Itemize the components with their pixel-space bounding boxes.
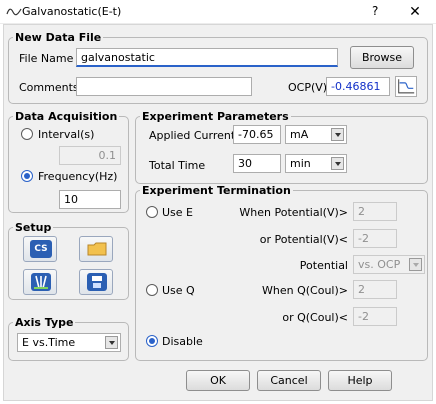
save-icon <box>87 273 107 291</box>
help-icon[interactable]: ? <box>372 4 378 18</box>
or-potential-label: or Potential(V)< <box>259 233 348 246</box>
disable-radio[interactable] <box>146 335 158 347</box>
axis-type-value: E vs.Time <box>22 336 76 349</box>
when-potential-label: When Potential(V)> <box>239 206 348 219</box>
chevron-down-icon <box>409 258 422 271</box>
use-e-label: Use E <box>162 206 193 219</box>
title-bar: Galvanostatic(E-t) ? ✕ <box>0 0 436 24</box>
cs-setup-button[interactable]: CS <box>23 236 57 262</box>
when-q-input[interactable]: 2 <box>353 280 397 299</box>
file-name-input[interactable]: galvanostatic <box>76 48 338 67</box>
use-e-radio[interactable] <box>146 206 158 218</box>
group-title: Experiment Termination <box>142 184 291 197</box>
group-title: Setup <box>15 221 52 234</box>
close-icon[interactable]: ✕ <box>404 2 426 22</box>
electrode-cell-icon <box>31 273 51 291</box>
use-q-radio[interactable] <box>146 284 158 296</box>
time-unit-select[interactable]: min <box>285 154 347 173</box>
group-title: Experiment Parameters <box>142 110 289 123</box>
window-title: Galvanostatic(E-t) <box>22 5 122 18</box>
chevron-down-icon <box>331 128 344 141</box>
ocp-value-field: -0.46861 <box>326 77 390 96</box>
open-file-button[interactable] <box>79 236 113 262</box>
when-potential-input[interactable]: 2 <box>353 202 397 221</box>
total-time-input[interactable]: 30 <box>233 154 281 173</box>
folder-icon <box>87 242 107 256</box>
current-unit-value: mA <box>290 128 309 141</box>
axis-type-select[interactable]: E vs.Time <box>17 333 121 352</box>
disable-label: Disable <box>162 335 203 348</box>
ok-button[interactable]: OK <box>186 370 250 391</box>
cs-icon: CS <box>30 240 52 258</box>
applied-current-label: Applied Current <box>149 129 236 142</box>
potential-label: Potential <box>299 259 348 272</box>
browse-button[interactable]: Browse <box>350 46 414 69</box>
interval-radio[interactable] <box>21 128 33 140</box>
applied-current-input[interactable]: -70.65 <box>233 125 281 144</box>
help-button[interactable]: Help <box>328 370 392 391</box>
group-title: Data Acquisition <box>15 110 118 123</box>
experiment-parameters-group: Experiment Parameters <box>135 110 428 184</box>
comments-input[interactable] <box>76 77 252 96</box>
cancel-button[interactable]: Cancel <box>257 370 321 391</box>
file-name-label: File Name <box>19 52 74 65</box>
or-q-input[interactable]: -2 <box>353 307 397 326</box>
potential-ref-value: vs. OCP <box>358 258 401 271</box>
interval-label: Interval(s) <box>38 128 95 141</box>
or-q-label: or Q(Coul)< <box>282 311 348 324</box>
save-button[interactable] <box>79 269 113 295</box>
ocp-label: OCP(V) <box>288 81 328 94</box>
comments-label: Comments <box>19 81 79 94</box>
chevron-down-icon <box>331 157 344 170</box>
group-title: New Data File <box>15 31 102 44</box>
time-unit-value: min <box>290 157 311 170</box>
when-q-label: When Q(Coul)> <box>262 284 348 297</box>
use-q-label: Use Q <box>162 284 195 297</box>
current-unit-select[interactable]: mA <box>285 125 347 144</box>
group-title: Axis Type <box>15 316 74 329</box>
frequency-radio[interactable] <box>21 170 33 182</box>
waveform-icon <box>6 8 22 16</box>
or-potential-input[interactable]: -2 <box>353 229 397 248</box>
frequency-label: Frequency(Hz) <box>38 170 118 183</box>
potential-ref-select[interactable]: vs. OCP <box>353 255 425 274</box>
cell-setup-button[interactable] <box>23 269 57 295</box>
chevron-down-icon <box>105 336 118 349</box>
ocp-measure-icon[interactable] <box>395 76 417 97</box>
frequency-input[interactable]: 10 <box>59 190 121 209</box>
total-time-label: Total Time <box>149 159 206 172</box>
interval-input[interactable]: 0.1 <box>59 146 121 165</box>
